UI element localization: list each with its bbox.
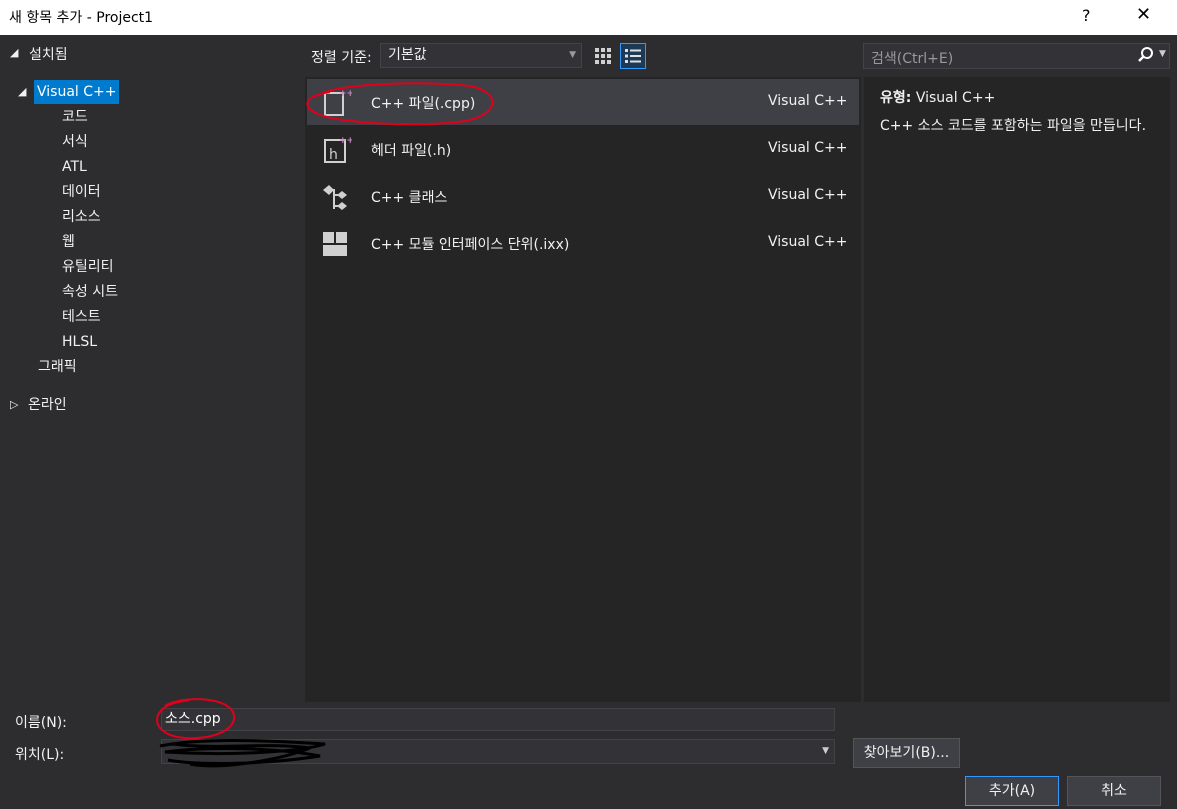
svg-text:++: ++ xyxy=(339,136,352,146)
installed-header[interactable]: ◢ 설치됨 xyxy=(0,35,300,71)
tree-item-data[interactable]: 데이터 xyxy=(62,180,101,204)
template-item-header-file[interactable]: h ++ 헤더 파일(.h) Visual C++ xyxy=(307,126,859,172)
close-button[interactable]: ✕ xyxy=(1136,4,1151,25)
grid-view-icon[interactable] xyxy=(590,43,616,69)
cancel-button[interactable]: 취소 xyxy=(1067,776,1161,806)
window-title: 새 항목 추가 - Project1 xyxy=(9,10,154,26)
expand-arrow-icon[interactable]: ▷ xyxy=(10,398,18,411)
sort-label: 정렬 기준: xyxy=(311,50,372,66)
tree-item-web[interactable]: 웹 xyxy=(62,230,75,254)
sort-value: 기본값 xyxy=(388,47,427,63)
tree-item-visual-cpp[interactable]: Visual C++ xyxy=(34,80,120,104)
module-icon xyxy=(320,228,352,260)
search-box[interactable]: 검색(Ctrl+E) ▼ xyxy=(863,43,1170,69)
class-icon xyxy=(320,181,352,213)
tree-item-test[interactable]: 테스트 xyxy=(62,305,101,329)
template-item-cpp-file[interactable]: ++ C++ 파일(.cpp) Visual C++ xyxy=(307,79,859,125)
category-tree: ◢ Visual C++ 코드 서식 ATL 데이터 리소스 웹 유틸리티 속성… xyxy=(0,71,300,702)
list-view-icon[interactable] xyxy=(620,43,646,69)
search-icon[interactable] xyxy=(1137,46,1155,68)
template-name: C++ 클래스 xyxy=(371,190,448,206)
template-type: Visual C++ xyxy=(768,93,848,109)
location-field[interactable]: ▼ xyxy=(161,739,835,764)
tree-item-hlsl[interactable]: HLSL xyxy=(62,330,97,354)
template-item-module-interface[interactable]: C++ 모듈 인터페이스 단위(.ixx) Visual C++ xyxy=(307,220,859,266)
collapse-triangle-icon[interactable]: ◢ xyxy=(10,46,18,59)
template-item-cpp-class[interactable]: C++ 클래스 Visual C++ xyxy=(307,173,859,219)
title-bar: 새 항목 추가 - Project1 ? ✕ xyxy=(0,0,1177,35)
description-type-line: 유형: Visual C++ xyxy=(880,87,995,107)
sort-dropdown[interactable]: 기본값 ▼ xyxy=(380,43,582,68)
template-list: ++ C++ 파일(.cpp) Visual C++ h ++ 헤더 파일(.h… xyxy=(305,77,861,702)
search-options-chevron-icon[interactable]: ▼ xyxy=(1159,49,1166,59)
chevron-down-icon: ▼ xyxy=(569,50,576,60)
installed-label: 설치됨 xyxy=(29,47,68,63)
cpp-file-icon: ++ xyxy=(320,87,354,119)
description-type-label: 유형: xyxy=(880,90,912,106)
scrollbar[interactable] xyxy=(1170,77,1177,702)
help-button[interactable]: ? xyxy=(1082,6,1091,25)
description-panel: 유형: Visual C++ C++ 소스 코드를 포함하는 파일을 만듭니다. xyxy=(864,77,1170,702)
tree-item-graphics[interactable]: 그래픽 xyxy=(38,355,77,379)
tree-item-atl[interactable]: ATL xyxy=(62,155,87,179)
tree-item-property-sheet[interactable]: 속성 시트 xyxy=(62,280,118,304)
description-text: C++ 소스 코드를 포함하는 파일을 만듭니다. xyxy=(880,118,1147,134)
tree-item-format[interactable]: 서식 xyxy=(62,130,88,154)
tree-item-resource[interactable]: 리소스 xyxy=(62,205,101,229)
tree-item-online[interactable]: 온라인 xyxy=(28,393,67,417)
chevron-down-icon[interactable]: ▼ xyxy=(822,746,829,756)
description-type-value: Visual C++ xyxy=(915,90,996,106)
search-input[interactable]: 검색(Ctrl+E) xyxy=(871,48,953,68)
template-name: C++ 모듈 인터페이스 단위(.ixx) xyxy=(371,237,570,253)
svg-text:h: h xyxy=(329,147,338,163)
browse-button[interactable]: 찾아보기(B)... xyxy=(853,738,960,768)
name-label: 이름(N): xyxy=(15,715,67,731)
location-label: 위치(L): xyxy=(15,747,65,763)
tree-item-code[interactable]: 코드 xyxy=(62,105,88,129)
template-type: Visual C++ xyxy=(768,140,848,156)
template-name: 헤더 파일(.h) xyxy=(371,143,452,159)
name-field[interactable]: 소스.cpp xyxy=(161,708,835,731)
tree-item-utility[interactable]: 유틸리티 xyxy=(62,255,114,279)
svg-text:++: ++ xyxy=(339,89,352,99)
template-name: C++ 파일(.cpp) xyxy=(371,96,476,112)
template-type: Visual C++ xyxy=(768,187,848,203)
expand-triangle-icon[interactable]: ◢ xyxy=(18,85,26,98)
template-type: Visual C++ xyxy=(768,234,848,250)
add-button[interactable]: 추가(A) xyxy=(965,776,1059,806)
header-file-icon: h ++ xyxy=(320,134,354,166)
